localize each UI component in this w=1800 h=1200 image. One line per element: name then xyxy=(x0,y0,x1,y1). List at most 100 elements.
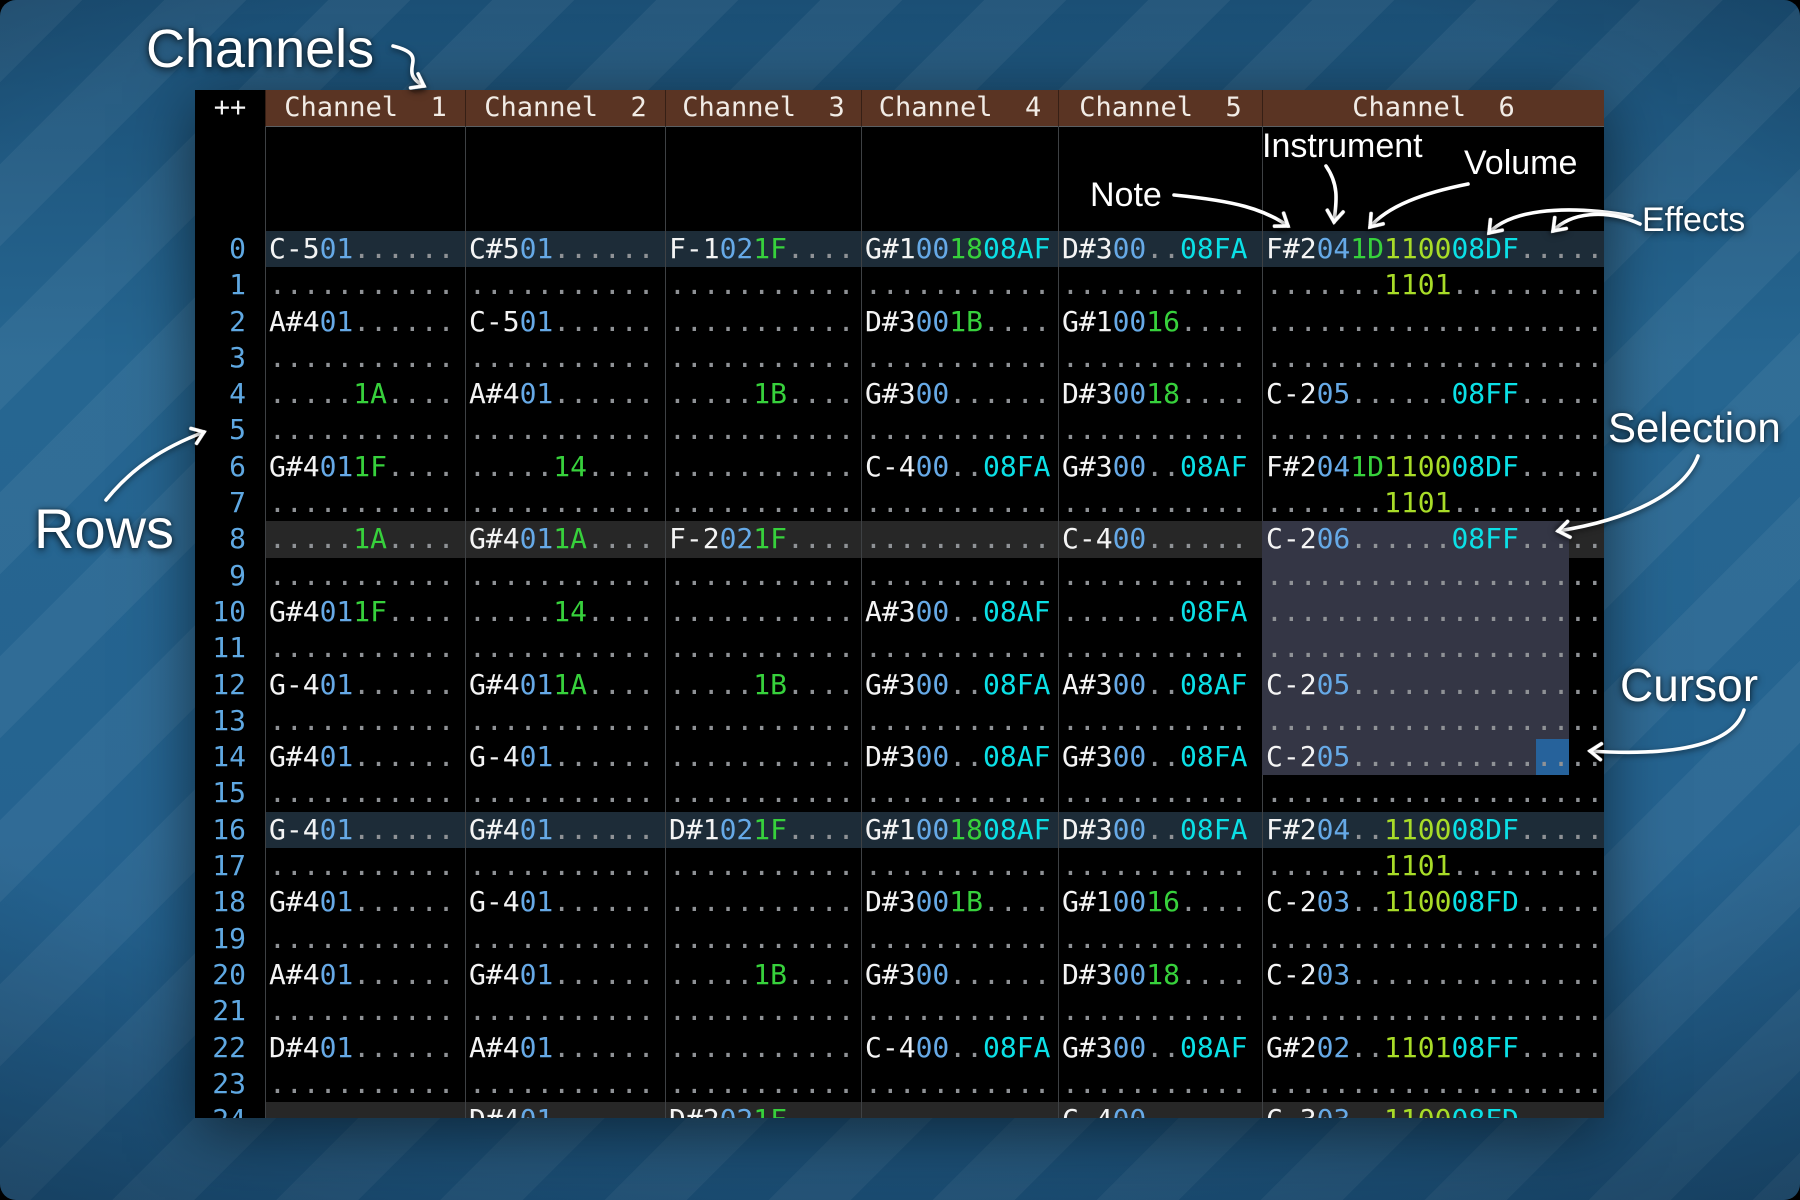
pattern-cell[interactable]: ........... xyxy=(265,1066,465,1102)
pattern-cell[interactable]: ........... xyxy=(465,340,665,376)
pattern-cell[interactable]: G#300..08FA xyxy=(861,667,1058,703)
pattern-cell[interactable]: .................... xyxy=(1262,412,1604,448)
pattern-cell[interactable]: G#1001808AF xyxy=(861,812,1058,848)
pattern-cell[interactable]: G#10016.... xyxy=(1058,304,1262,340)
pattern-cell[interactable]: .......1101......... xyxy=(1262,848,1604,884)
pattern-cell[interactable]: ........... xyxy=(1058,993,1262,1029)
pattern-cell[interactable]: D#2021F.... xyxy=(665,1102,861,1118)
pattern-cell[interactable]: G#300..08AF xyxy=(1058,449,1262,485)
pattern-cell[interactable]: A#401...... xyxy=(465,1030,665,1066)
pattern-cell[interactable]: G#401...... xyxy=(265,884,465,920)
pattern-cell[interactable]: .................... xyxy=(1262,304,1604,340)
pattern-cell[interactable]: F#204..110008DF..... xyxy=(1262,812,1604,848)
pattern-cell[interactable]: ........... xyxy=(665,449,861,485)
pattern-cell[interactable]: ........... xyxy=(265,848,465,884)
pattern-cell[interactable]: .....14.... xyxy=(465,594,665,630)
pattern-cell[interactable]: G-401...... xyxy=(465,884,665,920)
pattern-cell[interactable]: ........... xyxy=(465,412,665,448)
pattern-cell[interactable]: ........... xyxy=(265,993,465,1029)
pattern-cell[interactable]: .....1A.... xyxy=(265,376,465,412)
pattern-cell[interactable]: F#2041D110008DF..... xyxy=(1262,231,1604,267)
pattern-cell[interactable]: D#1021F.... xyxy=(665,812,861,848)
pattern-cell[interactable]: G#401...... xyxy=(465,957,665,993)
pattern-cell[interactable]: ........... xyxy=(665,412,861,448)
pattern-cell[interactable]: ........... xyxy=(861,921,1058,957)
pattern-cell[interactable]: G#4011F.... xyxy=(265,449,465,485)
pattern-cell[interactable]: ........... xyxy=(665,739,861,775)
pattern-cell[interactable]: F-1021F.... xyxy=(665,231,861,267)
pattern-cell[interactable]: D#300..08AF xyxy=(861,739,1058,775)
pattern-cell[interactable]: .....1B.... xyxy=(665,667,861,703)
pattern-cell[interactable]: G#401...... xyxy=(465,812,665,848)
pattern-cell[interactable]: C-400..08FA xyxy=(861,449,1058,485)
pattern-cell[interactable]: G#10016.... xyxy=(1058,884,1262,920)
pattern-cell[interactable]: C-400...... xyxy=(1058,521,1262,557)
pattern-cell[interactable]: ........... xyxy=(861,1102,1058,1118)
pattern-cell[interactable]: .................... xyxy=(1262,775,1604,811)
add-channel-button[interactable]: ++ xyxy=(195,90,265,127)
channel-header[interactable]: Channel 6 xyxy=(1262,90,1604,127)
pattern-cell[interactable]: G-401...... xyxy=(265,812,465,848)
pattern-cell[interactable]: ........... xyxy=(665,1030,861,1066)
pattern-cell[interactable]: G#300...... xyxy=(861,957,1058,993)
pattern-cell[interactable]: C-400...... xyxy=(1058,1102,1262,1118)
pattern-cell[interactable]: C-203............... xyxy=(1262,957,1604,993)
pattern-cell[interactable]: G#4011F.... xyxy=(265,594,465,630)
pattern-cell[interactable]: C-501...... xyxy=(265,231,465,267)
pattern-cell[interactable]: A#401...... xyxy=(465,376,665,412)
pattern-cell[interactable]: ........... xyxy=(465,485,665,521)
pattern-cell[interactable]: .....14.... xyxy=(465,449,665,485)
pattern-cell[interactable]: G#300..08FA xyxy=(1058,739,1262,775)
pattern-cell[interactable]: G-401...... xyxy=(265,667,465,703)
pattern-cell[interactable]: C-205............... xyxy=(1262,667,1604,703)
pattern-cell[interactable]: A#300..08AF xyxy=(1058,667,1262,703)
pattern-cell[interactable]: C-205......08FF..... xyxy=(1262,376,1604,412)
pattern-cell[interactable]: ........... xyxy=(861,412,1058,448)
channel-header[interactable]: Channel 3 xyxy=(665,90,861,127)
pattern-cell[interactable]: ........... xyxy=(861,267,1058,303)
pattern-cell[interactable]: .................... xyxy=(1262,630,1604,666)
pattern-cell[interactable]: C-501...... xyxy=(465,304,665,340)
pattern-cell[interactable]: ........... xyxy=(465,848,665,884)
pattern-cell[interactable]: F-2021F.... xyxy=(665,521,861,557)
pattern-cell[interactable]: ........... xyxy=(861,521,1058,557)
pattern-cell[interactable]: D#300..08FA xyxy=(1058,231,1262,267)
pattern-cell[interactable]: .......08FA xyxy=(1058,594,1262,630)
pattern-cell[interactable]: .....1B.... xyxy=(665,376,861,412)
pattern-cell[interactable]: ........... xyxy=(265,703,465,739)
pattern-cell[interactable]: ........... xyxy=(1058,267,1262,303)
pattern-cell[interactable]: ........... xyxy=(465,267,665,303)
pattern-cell[interactable]: .....1B.... xyxy=(665,957,861,993)
pattern-cell[interactable]: ........... xyxy=(465,993,665,1029)
pattern-cell[interactable]: ........... xyxy=(665,485,861,521)
pattern-cell[interactable]: D#3001B.... xyxy=(861,304,1058,340)
channel-header[interactable]: Channel 5 xyxy=(1058,90,1262,127)
pattern-cell[interactable]: D#3001B.... xyxy=(861,884,1058,920)
pattern-cell[interactable]: ........... xyxy=(861,848,1058,884)
pattern-cell[interactable]: C-400..08FA xyxy=(861,1030,1058,1066)
pattern-cell[interactable]: ........... xyxy=(861,703,1058,739)
pattern-cell[interactable]: ........... xyxy=(665,703,861,739)
pattern-cell[interactable]: ........... xyxy=(1058,775,1262,811)
pattern-cell[interactable]: D#30018.... xyxy=(1058,957,1262,993)
pattern-cell[interactable]: ........... xyxy=(1058,630,1262,666)
pattern-cell[interactable]: C-206......08FF..... xyxy=(1262,521,1604,557)
pattern-cell[interactable]: ........... xyxy=(265,340,465,376)
pattern-cell[interactable]: ........... xyxy=(861,775,1058,811)
pattern-cell[interactable]: ........... xyxy=(1058,848,1262,884)
pattern-cell[interactable]: G-401...... xyxy=(465,739,665,775)
pattern-cell[interactable]: G#4011A.... xyxy=(465,667,665,703)
pattern-cell[interactable]: ........... xyxy=(265,412,465,448)
pattern-cell[interactable]: ........... xyxy=(665,558,861,594)
pattern-cell[interactable]: ........... xyxy=(665,630,861,666)
pattern-cell[interactable]: ........... xyxy=(665,848,861,884)
pattern-cell[interactable]: C#501...... xyxy=(465,231,665,267)
pattern-cell[interactable]: ........... xyxy=(861,630,1058,666)
pattern-cell[interactable]: ........... xyxy=(265,558,465,594)
pattern-cell[interactable]: .................... xyxy=(1262,594,1604,630)
pattern-cell[interactable]: D#30018.... xyxy=(1058,376,1262,412)
pattern-cell[interactable]: ........... xyxy=(465,558,665,594)
channel-header[interactable]: Channel 4 xyxy=(861,90,1058,127)
pattern-cell[interactable]: ........... xyxy=(665,1066,861,1102)
channel-header[interactable]: Channel 1 xyxy=(265,90,465,127)
